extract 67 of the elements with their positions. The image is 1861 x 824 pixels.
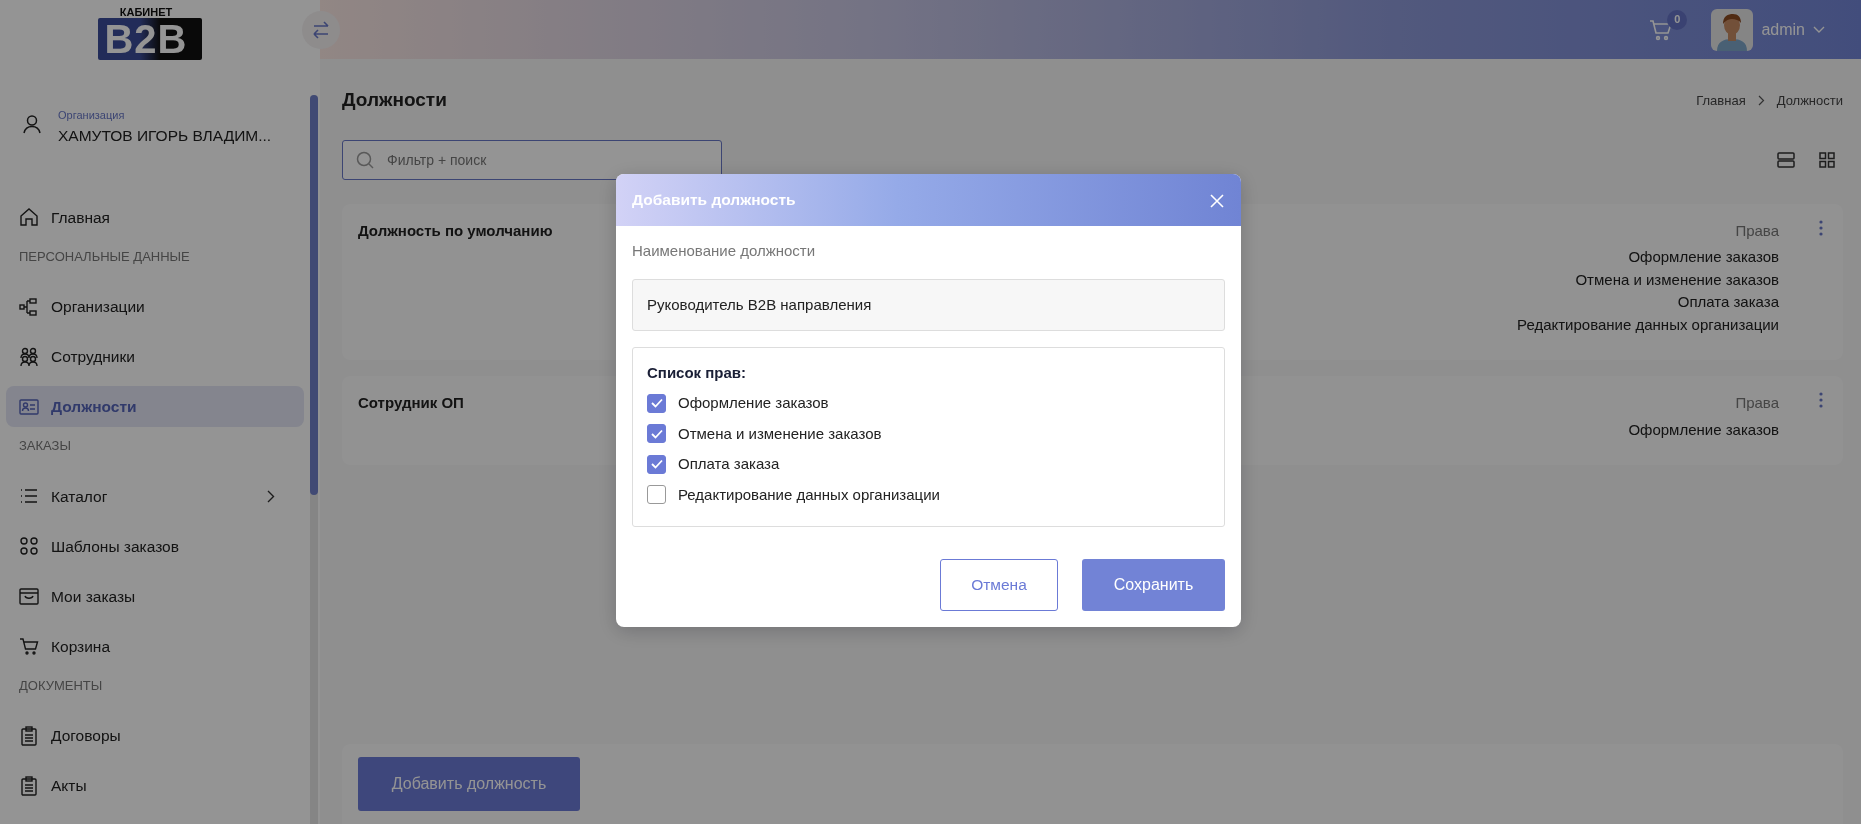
clipboard-icon [19, 775, 39, 796]
checkbox[interactable] [647, 485, 666, 505]
check-icon [650, 459, 663, 470]
swap-arrows-icon [311, 20, 331, 39]
cancel-button[interactable]: Отмена [940, 559, 1058, 611]
right-name: Оформление заказов [1628, 247, 1779, 268]
user-icon [22, 113, 42, 134]
check-icon [650, 398, 663, 409]
checkbox[interactable] [647, 454, 666, 474]
sidebar-item[interactable]: Главная [6, 196, 304, 238]
section-label: ДОКУМЕНТЫ [18, 676, 104, 695]
id-card-icon [19, 396, 39, 417]
more-icon[interactable] [1819, 392, 1823, 409]
right-name: Редактирование данных организации [1517, 314, 1779, 335]
section-label: ЗАКАЗЫ [18, 437, 72, 456]
section-label: ПЕРСОНАЛЬНЫЕ ДАННЫЕ [18, 247, 191, 266]
cart-count-badge: 0 [1667, 9, 1688, 30]
sidebar-item[interactable]: Акты [6, 765, 304, 807]
more-icon[interactable] [1819, 219, 1823, 236]
sidebar-item[interactable]: Договоры [6, 715, 304, 757]
chevron-right-icon [1757, 94, 1765, 106]
grid-view-icon[interactable] [1819, 151, 1835, 168]
search-field[interactable]: Фильтр + поиск [342, 139, 722, 180]
position-name-field[interactable]: Руководитель B2B направления [632, 278, 1225, 331]
list-view-icon[interactable] [1777, 151, 1795, 168]
logo-caption: КАБИНЕТ [119, 7, 173, 18]
page-title: Должности [342, 89, 447, 112]
sidebar-item[interactable]: Корзина [6, 625, 304, 667]
hierarchy-icon [19, 296, 39, 317]
checkbox-label[interactable]: Оплата заказа [678, 453, 780, 476]
field-label: Наименование должности [632, 241, 817, 261]
scrollbar-thumb[interactable] [310, 95, 318, 495]
sidebar-item[interactable]: Сотрудники [6, 336, 304, 378]
right-name: Отмена и изменение заказов [1575, 269, 1779, 290]
sidebar-item[interactable]: Организации [6, 286, 304, 328]
sidebar-item[interactable]: Шаблоны заказов [6, 525, 304, 567]
organization-name[interactable]: ХАМУТОВ ИГОРЬ ВЛАДИМ... [58, 123, 272, 147]
search-icon [356, 150, 374, 169]
breadcrumb-link[interactable]: Главная [1696, 90, 1746, 111]
breadcrumb-current: Должности [1776, 91, 1843, 110]
clipboard-icon [19, 725, 39, 746]
box-icon [19, 586, 39, 607]
avatar-icon[interactable] [1711, 8, 1754, 51]
position-name: Сотрудник ОП [358, 394, 464, 412]
checkbox-label[interactable]: Оформление заказов [678, 392, 829, 415]
position-name: Должность по умолчанию [358, 221, 553, 239]
four-circles-icon [19, 536, 39, 557]
checkbox-label[interactable]: Отмена и изменение заказов [678, 422, 882, 445]
chevron-down-icon[interactable] [1813, 25, 1825, 34]
save-button[interactable]: Сохранить [1082, 559, 1225, 611]
rights-label: Права [1735, 220, 1779, 241]
sidebar-item[interactable]: Мои заказы [6, 575, 304, 617]
checkbox-label[interactable]: Редактирование данных организации [678, 483, 940, 506]
checkbox[interactable] [647, 393, 666, 413]
home-icon [19, 207, 39, 228]
checkbox[interactable] [647, 424, 666, 444]
right-name: Оплата заказа [1677, 292, 1779, 313]
dialog-title: Добавить должность [632, 190, 796, 211]
cart-icon [19, 636, 39, 657]
sidebar-item[interactable]: Каталог [6, 475, 304, 517]
organization-label: Организация [58, 108, 126, 123]
right-name: Оформление заказов [1628, 419, 1779, 440]
people-icon [19, 346, 39, 367]
logo: B2B [98, 18, 202, 60]
check-icon [650, 428, 663, 439]
rights-list-title: Список прав: [647, 362, 748, 383]
rights-label: Права [1735, 393, 1779, 414]
